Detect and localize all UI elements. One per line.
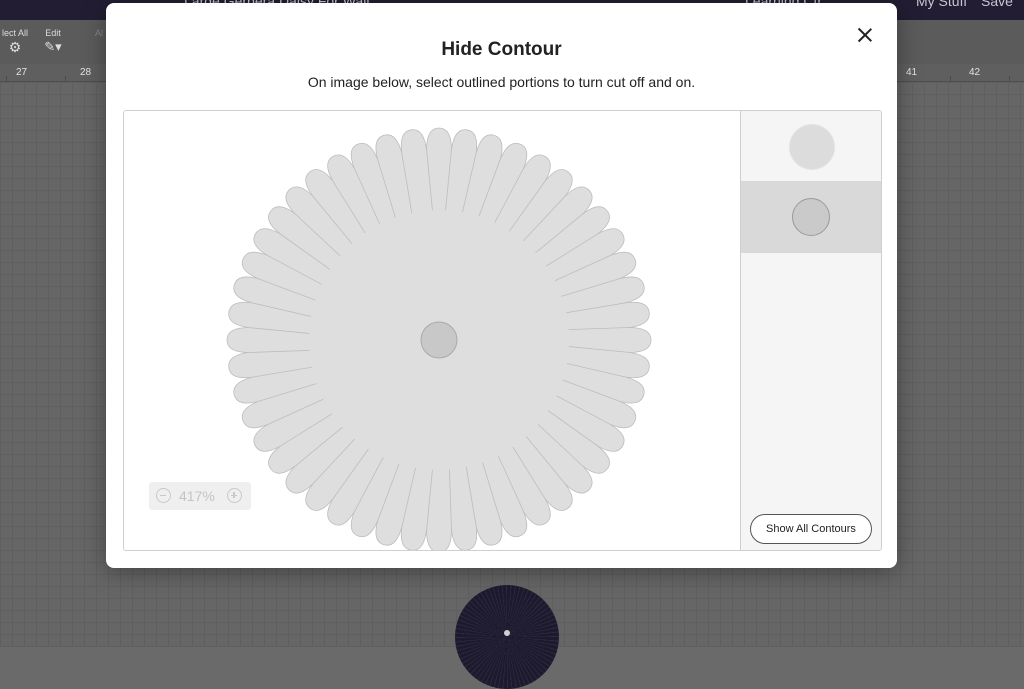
- canvas-daisy-image[interactable]: [455, 585, 559, 689]
- dialog-subtitle: On image below, select outlined portions…: [307, 74, 696, 90]
- ruler-tick: 28: [80, 67, 92, 78]
- select-all-icon: ⚙: [8, 39, 22, 55]
- edit-label: Edit: [45, 28, 61, 38]
- align-label: Al: [94, 28, 103, 38]
- hide-contour-dialog: Hide Contour On image below, select outl…: [106, 3, 897, 568]
- align-tool[interactable]: Al: [92, 28, 106, 38]
- daisy-preview[interactable]: [224, 125, 654, 551]
- select-all-label: lect All: [1, 28, 28, 38]
- pencil-icon: ✎▾: [44, 39, 62, 54]
- zoom-in-icon[interactable]: [227, 488, 242, 503]
- preview-pane: 417%: [124, 111, 740, 550]
- my-stuff-link[interactable]: My Stuff: [916, 0, 967, 9]
- center-shape-thumbnail: [792, 198, 830, 236]
- zoom-level: 417%: [179, 488, 215, 504]
- show-all-contours-button[interactable]: Show All Contours: [750, 514, 872, 544]
- zoom-control: 417%: [149, 482, 251, 510]
- layer-thumbnail-center[interactable]: [741, 182, 881, 253]
- layer-thumbnail-outer[interactable]: [741, 111, 881, 182]
- dialog-title: Hide Contour: [441, 39, 562, 60]
- contour-viewer: 417% Show All Contours: [123, 110, 882, 551]
- edit-tool[interactable]: Edit ✎▾: [40, 28, 66, 55]
- contour-layers-panel: Show All Contours: [740, 111, 881, 550]
- save-link[interactable]: Save: [981, 0, 1013, 9]
- outer-shape-thumbnail: [789, 124, 835, 170]
- zoom-out-icon[interactable]: [156, 488, 171, 503]
- ruler-tick: 27: [16, 67, 28, 78]
- ruler-tick: 41: [906, 67, 918, 78]
- flower-center[interactable]: [420, 321, 458, 359]
- ruler-tick: 42: [969, 67, 981, 78]
- select-all-tool[interactable]: lect All ⚙: [0, 28, 30, 56]
